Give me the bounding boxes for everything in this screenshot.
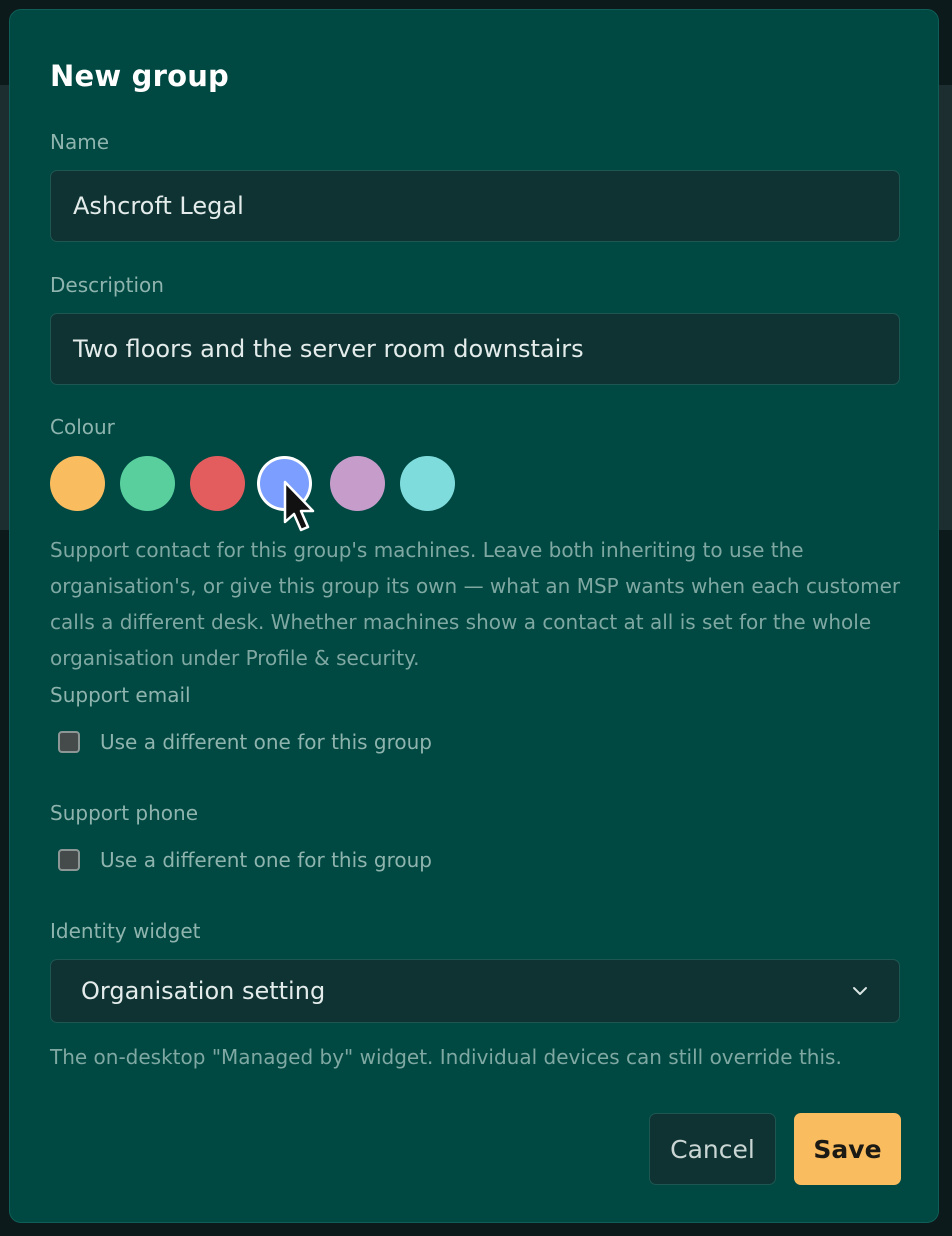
save-button[interactable]: Save: [794, 1113, 901, 1185]
colour-swatch-orange[interactable]: [50, 456, 105, 511]
colour-swatch-cyan[interactable]: [400, 456, 455, 511]
support-phone-checkbox-label[interactable]: Use a different one for this group: [100, 848, 432, 872]
name-input[interactable]: Ashcroft Legal: [50, 170, 900, 242]
support-email-label: Support email: [50, 683, 191, 707]
support-email-override[interactable]: Use a different one for this group: [58, 727, 432, 757]
support-phone-checkbox[interactable]: [58, 849, 80, 871]
name-label: Name: [50, 130, 110, 154]
support-phone-label: Support phone: [50, 801, 199, 825]
identity-widget-help: The on-desktop "Managed by" widget. Indi…: [50, 1045, 842, 1069]
colour-swatch-green[interactable]: [120, 456, 175, 511]
identity-widget-select[interactable]: Organisation setting: [50, 959, 900, 1023]
colour-label: Colour: [50, 415, 115, 439]
support-email-checkbox-label[interactable]: Use a different one for this group: [100, 730, 432, 754]
new-group-dialog: New group Name Ashcroft Legal Descriptio…: [9, 9, 939, 1223]
description-label: Description: [50, 273, 164, 297]
support-help-text: Support contact for this group's machine…: [50, 538, 901, 670]
chevron-down-icon: [853, 987, 867, 995]
description-input[interactable]: Two floors and the server room downstair…: [50, 313, 900, 385]
colour-swatch-purple[interactable]: [330, 456, 385, 511]
dialog-title: New group: [50, 59, 230, 93]
support-email-checkbox[interactable]: [58, 731, 80, 753]
identity-widget-label: Identity widget: [50, 919, 201, 943]
colour-swatch-blue[interactable]: [260, 459, 309, 508]
cancel-button[interactable]: Cancel: [649, 1113, 776, 1185]
colour-swatch-red[interactable]: [190, 456, 245, 511]
identity-widget-value: Organisation setting: [81, 977, 326, 1005]
support-phone-override[interactable]: Use a different one for this group: [58, 845, 432, 875]
